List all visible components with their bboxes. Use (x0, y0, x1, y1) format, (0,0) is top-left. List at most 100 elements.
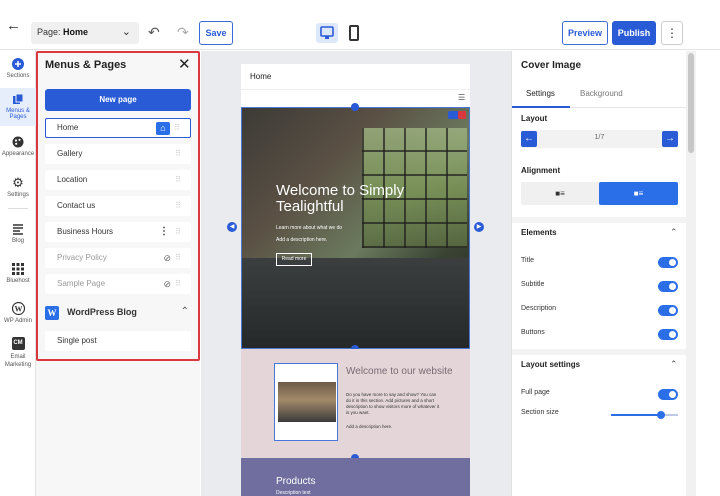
title-toggle[interactable] (658, 257, 678, 268)
element-toggle-row: Description (521, 305, 678, 317)
rail-label: Blog (11, 238, 24, 244)
cm-icon: CM (11, 337, 25, 350)
site-preview: Home ☰ Welcome to Simply Tealightful Lea… (241, 64, 470, 496)
desktop-icon (320, 26, 334, 39)
slider-fill (611, 414, 662, 416)
rail-item-appearance[interactable]: Appearance (0, 136, 36, 166)
palette-icon (12, 136, 24, 148)
arrow-right-icon[interactable]: → (662, 131, 678, 147)
undo-icon[interactable]: ↶ (148, 24, 160, 40)
section-size-label: Section size (521, 409, 559, 416)
rail-label: Settings (7, 192, 29, 198)
welcome-add-description[interactable]: Add a description here. (346, 424, 392, 429)
active-tab-indicator (512, 106, 570, 108)
delete-icon[interactable] (458, 111, 466, 119)
settings-panel-title: Cover Image (521, 60, 582, 71)
page-select-value: Home (63, 27, 89, 37)
rail-item-sections[interactable]: Sections (0, 58, 36, 88)
cover-title[interactable]: Welcome to Simply Tealightful (276, 183, 436, 215)
cover-image-settings-panel: Cover Image Settings Background Layout 1… (511, 51, 687, 496)
element-toggle-row: Subtitle (521, 281, 678, 293)
section-size-slider[interactable] (611, 411, 678, 419)
rail-item-blog[interactable]: Blog (0, 223, 36, 253)
slider-knob[interactable] (657, 411, 666, 419)
left-rail: Sections Menus & Pages Appearance ⚙ Sett… (0, 50, 36, 496)
arrow-left-icon[interactable]: ← (521, 131, 537, 147)
products-title[interactable]: Products (276, 476, 315, 487)
element-label: Subtitle (521, 281, 545, 288)
desktop-view-button[interactable] (316, 23, 338, 43)
pages-icon (13, 93, 24, 104)
welcome-section[interactable]: Welcome to our website Do you have more … (241, 349, 470, 458)
preview-button[interactable]: Preview (562, 21, 608, 45)
rail-item-bluehost[interactable]: Bluehost (0, 263, 36, 293)
products-section[interactable]: Products Description text (241, 458, 470, 496)
chevron-up-icon[interactable]: ⌃ (670, 227, 678, 238)
site-header-title: Home (250, 72, 272, 81)
rail-item-wp-admin[interactable]: W WP Admin (0, 302, 36, 332)
full-page-toggle[interactable] (658, 389, 678, 400)
publish-button[interactable]: Publish (612, 21, 656, 45)
svg-text:W: W (14, 305, 22, 314)
cover-description[interactable]: Add a description here. (276, 237, 327, 243)
align-right-icon[interactable]: ■≡ (599, 182, 678, 205)
rail-label: Bluehost (6, 278, 30, 284)
site-header[interactable]: Home (241, 64, 470, 90)
save-button[interactable]: Save (199, 21, 233, 45)
vertical-scrollbar[interactable] (686, 51, 696, 496)
rail-label: Menus & Pages (6, 108, 30, 120)
section-tools-icon[interactable] (448, 111, 466, 119)
tab-settings[interactable]: Settings (526, 89, 555, 98)
element-toggle-row: Buttons (521, 329, 678, 341)
rail-item-settings[interactable]: ⚙ Settings (0, 176, 36, 207)
chevron-down-icon: ⌄ (121, 26, 131, 38)
next-layout-icon[interactable]: ▶ (474, 222, 484, 232)
layout-count: 1/7 (594, 134, 605, 141)
wordpress-icon: W (11, 302, 25, 315)
plus-circle-icon (12, 58, 24, 70)
description-toggle[interactable] (658, 305, 678, 316)
laptop-photo (278, 382, 336, 422)
elements-heading: Elements (521, 228, 557, 237)
alignment-control: ■≡ ■≡ (521, 182, 678, 205)
cover-image-section[interactable]: Welcome to Simply Tealightful Learn more… (241, 107, 470, 349)
blog-icon (13, 224, 23, 235)
rail-item-menus-pages[interactable]: Menus & Pages (0, 88, 36, 126)
top-toolbar: ← Page: Home ⌄ ↶ ↷ Save Preview Publish … (0, 0, 720, 50)
settings-tabs: Settings Background (512, 82, 687, 108)
rail-label: Email Marketing (4, 354, 32, 368)
panel-highlight-outline (36, 51, 200, 361)
element-label: Buttons (521, 329, 545, 336)
previous-layout-icon[interactable]: ◀ (227, 222, 237, 232)
back-arrow-icon[interactable]: ← (6, 18, 22, 33)
section-top-handle-icon[interactable] (351, 103, 359, 111)
buttons-toggle[interactable] (658, 329, 678, 340)
chevron-up-icon[interactable]: ⌃ (670, 359, 678, 370)
more-options-icon[interactable]: ⋮ (661, 21, 683, 45)
section-size-row: Section size (521, 409, 678, 421)
cover-floor-image (242, 258, 469, 348)
redo-icon[interactable]: ↷ (177, 24, 189, 40)
products-subtitle[interactable]: Description text (276, 490, 310, 496)
section-divider (512, 217, 687, 223)
cover-subtitle[interactable]: Learn more about what we do (276, 225, 342, 231)
scrollbar-thumb[interactable] (688, 53, 694, 153)
element-toggle-row: Title (521, 257, 678, 269)
page-select[interactable]: Page: Home ⌄ (31, 22, 139, 44)
welcome-image[interactable] (274, 363, 338, 441)
align-left-icon[interactable]: ■≡ (521, 182, 599, 205)
alignment-label: Alignment (521, 166, 561, 175)
mobile-view-icon[interactable] (349, 25, 359, 41)
subtitle-toggle[interactable] (658, 281, 678, 292)
element-label: Title (521, 257, 534, 264)
hamburger-menu-icon[interactable]: ☰ (458, 93, 465, 102)
cover-button[interactable]: Read more (276, 253, 312, 266)
section-divider (512, 349, 687, 355)
rail-item-email-marketing[interactable]: CM Email Marketing (0, 337, 36, 373)
tab-background[interactable]: Background (580, 89, 623, 98)
rail-divider (8, 208, 28, 209)
welcome-body[interactable]: Do you have more to say and show? You ca… (346, 392, 442, 416)
page-select-prefix: Page: (37, 27, 61, 37)
welcome-title[interactable]: Welcome to our website (346, 366, 456, 377)
full-page-label: Full page (521, 389, 550, 396)
